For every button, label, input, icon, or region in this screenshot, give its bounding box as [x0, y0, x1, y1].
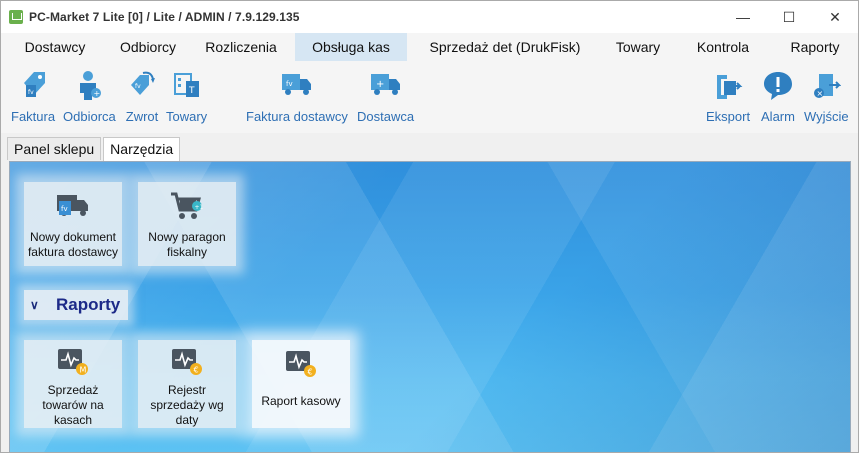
svg-text:fv: fv	[286, 80, 293, 88]
towary-button[interactable]: T Towary	[166, 67, 207, 124]
tile-nowy-paragon[interactable]: +1 Nowy paragon fiskalny	[138, 182, 236, 266]
svg-text:fv: fv	[135, 83, 141, 90]
svg-text:€: €	[194, 365, 199, 374]
close-button[interactable]: ✕	[812, 1, 858, 33]
window-controls: — ☐ ✕	[720, 1, 858, 33]
monitor-pulse-coin-icon: €	[169, 346, 205, 377]
toolbar: fv Faktura + Odbiorca fv Zwrot T Towary …	[1, 61, 858, 133]
app-window: PC-Market 7 Lite [0] / Lite / ADMIN / 7.…	[0, 0, 859, 453]
tile-raport-kasowy[interactable]: € Raport kasowy	[252, 340, 350, 428]
delivery-truck-invoice-icon: fv	[279, 67, 315, 103]
menu-kontrola[interactable]: Kontrola	[673, 33, 773, 61]
svg-text:fv: fv	[61, 205, 68, 213]
return-icon: fv	[124, 67, 160, 103]
tab-strip: Panel sklepu Narzędzia	[7, 137, 182, 161]
cart-app-icon	[9, 10, 23, 24]
menu-dostawcy[interactable]: Dostawcy	[1, 33, 109, 61]
menu-bar: Dostawcy Odbiorcy Rozliczenia Obsługa ka…	[1, 33, 858, 61]
delivery-truck-invoice-icon: fv	[55, 188, 91, 224]
wyjscie-button[interactable]: × Wyjście	[804, 67, 849, 124]
exit-door-icon: ×	[808, 67, 844, 103]
svg-text:€: €	[308, 368, 313, 377]
invoice-tag-icon: fv	[15, 67, 51, 103]
tab-narzedzia[interactable]: Narzędzia	[103, 137, 181, 161]
svg-text:+: +	[94, 89, 101, 98]
alarm-button[interactable]: Alarm	[760, 67, 796, 124]
maximize-button[interactable]: ☐	[766, 1, 812, 33]
svg-text:+: +	[376, 79, 384, 90]
menu-towary[interactable]: Towary	[603, 33, 673, 61]
delivery-truck-add-icon: +	[368, 67, 404, 103]
menu-sprzedaz-det[interactable]: Sprzedaż det (DrukFisk)	[407, 33, 603, 61]
products-icon: T	[169, 67, 205, 103]
odbiorca-button[interactable]: + Odbiorca	[63, 67, 116, 124]
menu-rozliczenia[interactable]: Rozliczenia	[187, 33, 295, 61]
section-title: Raporty	[56, 295, 121, 314]
person-icon: +	[71, 67, 107, 103]
menu-odbiorcy[interactable]: Odbiorcy	[109, 33, 187, 61]
zwrot-button[interactable]: fv Zwrot	[124, 67, 160, 124]
chevron-down-icon: ∨	[30, 298, 39, 312]
menu-obsluga-kas[interactable]: Obsługa kas	[295, 33, 407, 61]
dostawca-button[interactable]: + Dostawca	[357, 67, 414, 124]
monitor-pulse-coin-icon: €	[283, 346, 319, 382]
tile-rejestr-sprzedazy[interactable]: € Rejestr sprzedaży wg daty	[138, 340, 236, 428]
export-icon	[710, 67, 746, 103]
tile-nowy-dokument-faktura[interactable]: fv Nowy dokument faktura dostawcy	[24, 182, 122, 266]
svg-text:+1: +1	[195, 204, 204, 211]
title-bar: PC-Market 7 Lite [0] / Lite / ADMIN / 7.…	[1, 1, 858, 33]
shopping-cart-icon: +1	[169, 188, 205, 224]
svg-text:fv: fv	[28, 89, 34, 96]
svg-text:T: T	[188, 86, 195, 96]
minimize-button[interactable]: —	[720, 1, 766, 33]
svg-text:×: ×	[817, 89, 824, 98]
tab-panel-sklepu[interactable]: Panel sklepu	[7, 137, 102, 160]
tile-sprzedaz-towarow[interactable]: M Sprzedaż towarów na kasach	[24, 340, 122, 428]
section-raporty[interactable]: ∨ Raporty	[24, 290, 128, 320]
window-title: PC-Market 7 Lite [0] / Lite / ADMIN / 7.…	[29, 10, 300, 24]
alert-bubble-icon	[760, 67, 796, 103]
eksport-button[interactable]: Eksport	[706, 67, 750, 124]
svg-text:M: M	[80, 365, 87, 374]
faktura-dostawcy-button[interactable]: fv Faktura dostawcy	[246, 67, 348, 124]
monitor-pulse-coin-icon: M	[55, 346, 91, 377]
faktura-button[interactable]: fv Faktura	[11, 67, 55, 124]
tools-panel: fv Nowy dokument faktura dostawcy +1 Now…	[9, 161, 851, 452]
menu-raporty[interactable]: Raporty	[773, 33, 857, 61]
